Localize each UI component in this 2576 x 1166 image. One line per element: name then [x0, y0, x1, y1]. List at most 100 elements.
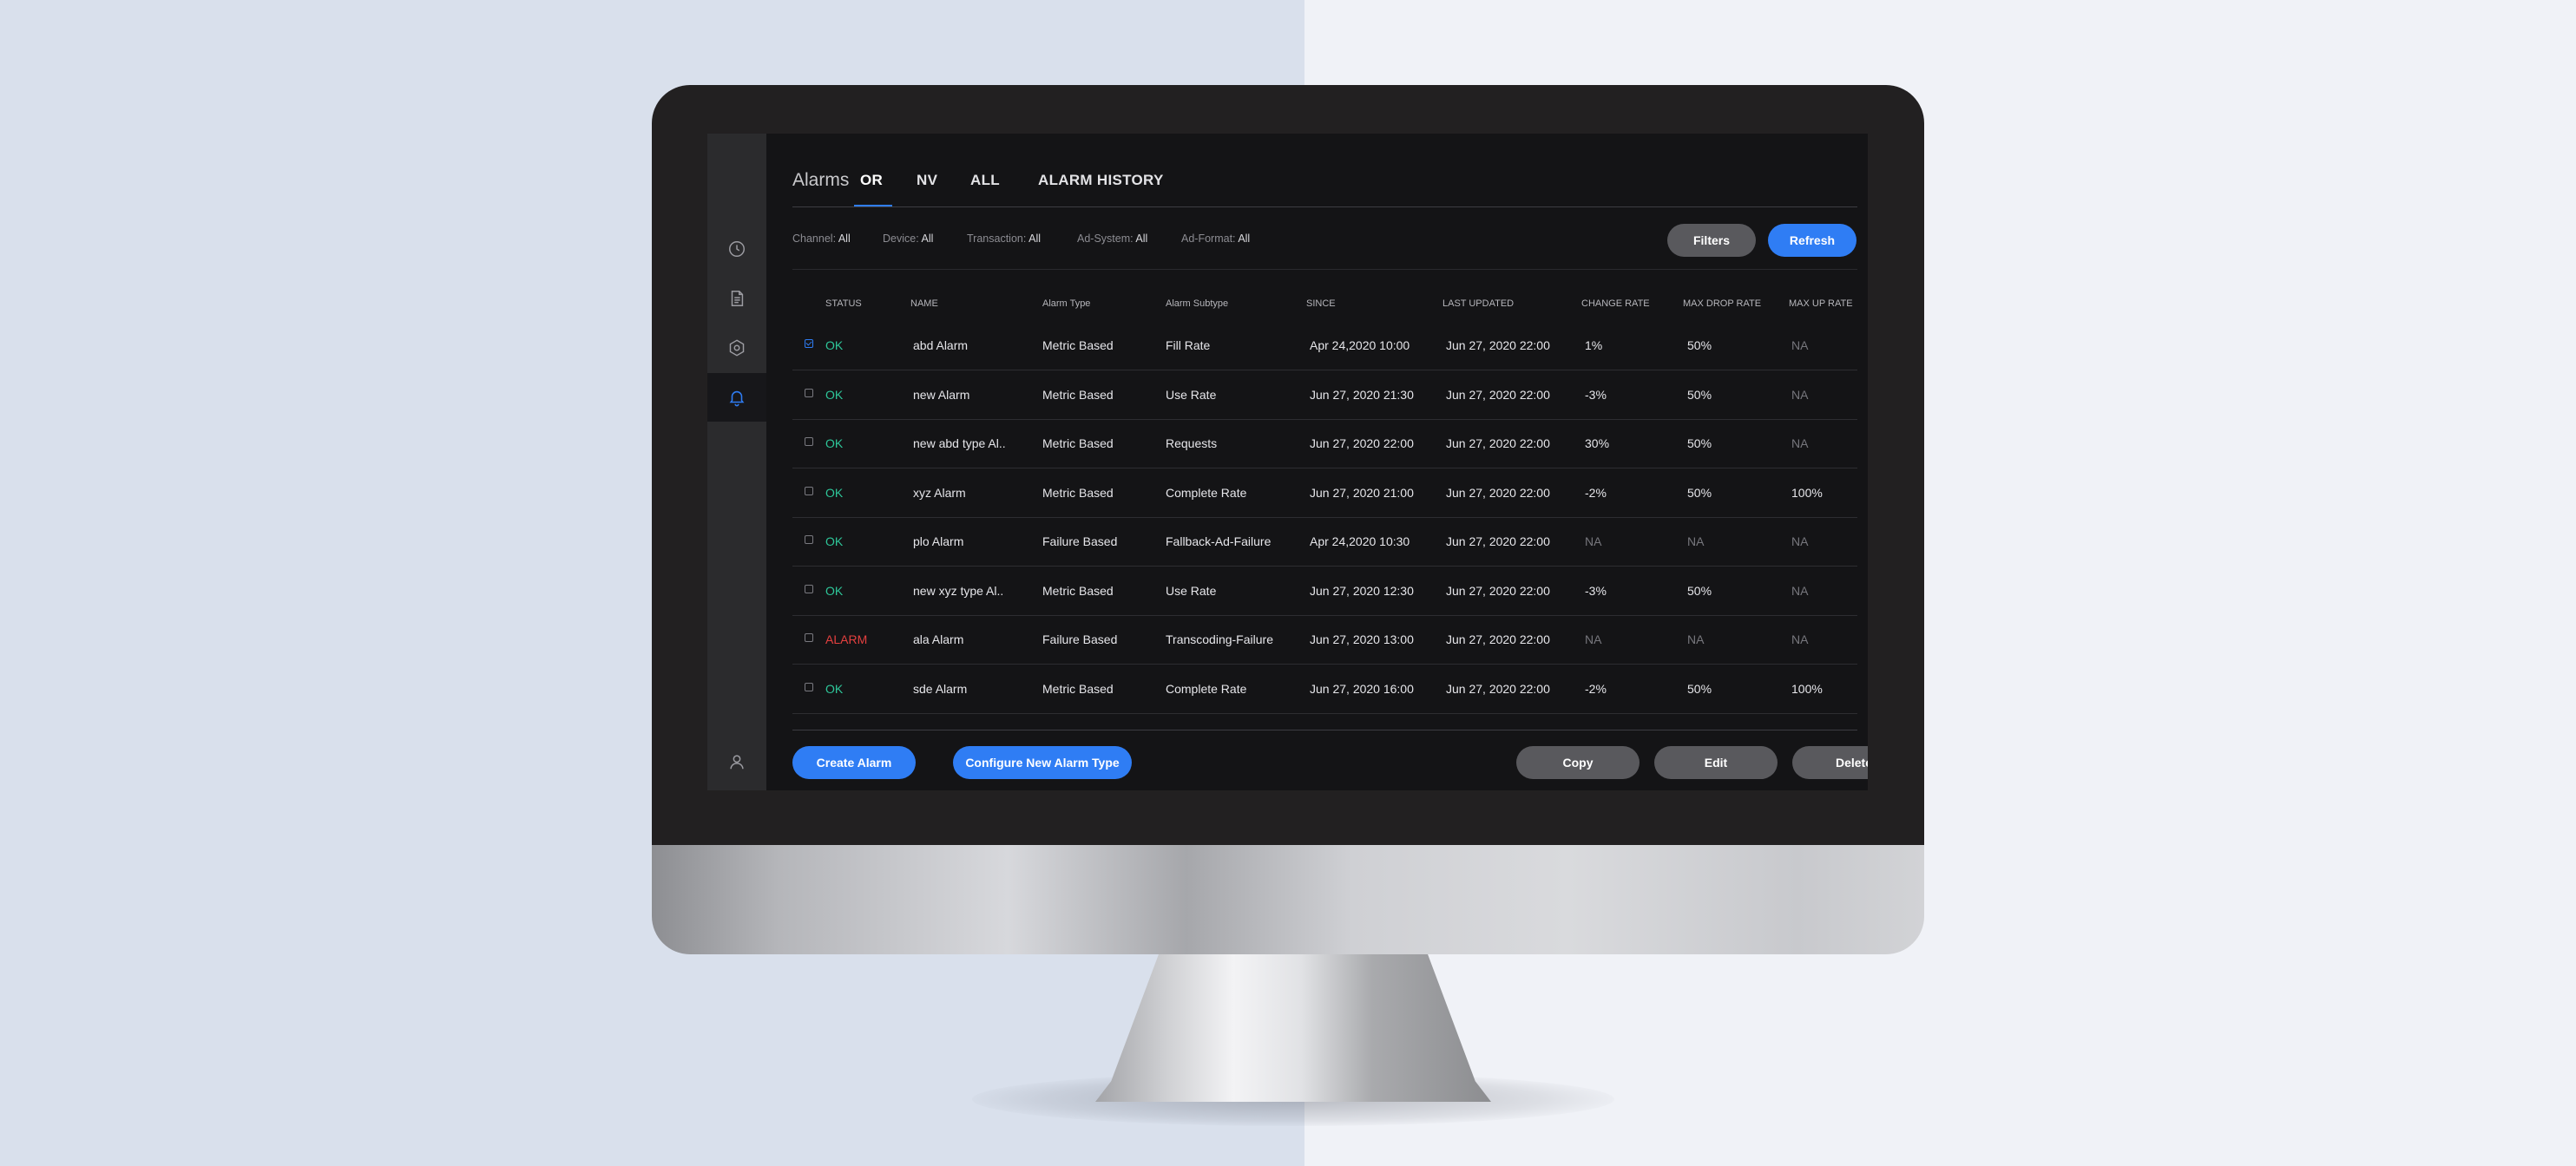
cell-updated: Jun 27, 2020 22:00 — [1446, 534, 1550, 548]
filters-divider — [792, 269, 1857, 270]
cell-up: NA — [1791, 534, 1809, 548]
cell-since: Apr 24,2020 10:00 — [1310, 338, 1410, 352]
table-row[interactable]: ALARM ala Alarm Failure Based Transcoding-F… — [792, 615, 1857, 665]
cell-drop: 50% — [1687, 681, 1712, 696]
cell-since: Jun 27, 2020 12:30 — [1310, 583, 1414, 598]
column-header-max-up-rate[interactable]: MAX UP RATE — [1789, 298, 1853, 309]
cell-status: OK — [825, 436, 844, 450]
filter-label: Channel: — [792, 233, 837, 245]
cell-up: NA — [1791, 583, 1809, 598]
cell-change: -3% — [1585, 387, 1607, 402]
column-header-last-updated[interactable]: LAST UPDATED — [1442, 298, 1514, 309]
cell-type: Metric Based — [1042, 436, 1114, 450]
cell-status: ALARM — [825, 632, 868, 646]
page-title: Alarms — [792, 170, 850, 190]
tab-all[interactable]: ALL — [970, 172, 1000, 189]
row-checkbox[interactable] — [805, 486, 813, 495]
cell-updated: Jun 27, 2020 22:00 — [1446, 338, 1550, 352]
cell-subtype: Use Rate — [1166, 583, 1217, 598]
cell-updated: Jun 27, 2020 22:00 — [1446, 583, 1550, 598]
column-header-max-drop-rate[interactable]: MAX DROP RATE — [1683, 298, 1761, 309]
filter-label: Ad-System: — [1077, 233, 1134, 245]
cell-change: NA — [1585, 534, 1602, 548]
row-checkbox[interactable] — [805, 535, 813, 544]
user-icon[interactable] — [707, 737, 766, 786]
table-row[interactable]: OK abd Alarm Metric Based Fill Rate Apr 24,2… — [792, 321, 1857, 370]
row-checkbox[interactable] — [805, 584, 813, 593]
filter-ad-system[interactable]: Ad-System: All — [1077, 233, 1147, 245]
cell-type: Metric Based — [1042, 681, 1114, 696]
cell-drop: 50% — [1687, 583, 1712, 598]
cell-drop: 50% — [1687, 485, 1712, 500]
cell-status: OK — [825, 338, 844, 352]
table-row[interactable]: OK xyz Alarm Metric Based Complete Rate Jun … — [792, 468, 1857, 518]
table-row[interactable]: OK new xyz type Al.. Metric Based Use Rate J… — [792, 567, 1857, 616]
cell-since: Jun 27, 2020 16:00 — [1310, 681, 1414, 696]
cell-status: OK — [825, 681, 844, 696]
cell-since: Jun 27, 2020 22:00 — [1310, 436, 1414, 450]
cell-status: OK — [825, 534, 844, 548]
filter-channel[interactable]: Channel: All — [792, 233, 851, 245]
filter-value: All — [1238, 233, 1251, 245]
column-header-status[interactable]: STATUS — [825, 298, 862, 309]
cell-since: Jun 27, 2020 21:30 — [1310, 387, 1414, 402]
table-row[interactable]: OK new Alarm Metric Based Use Rate Jun 27, 2… — [792, 370, 1857, 420]
column-header-alarm-subtype[interactable]: Alarm Subtype — [1166, 298, 1228, 309]
settings-hex-icon[interactable] — [707, 324, 766, 372]
clock-icon[interactable] — [707, 225, 766, 273]
filter-value: All — [1028, 233, 1042, 245]
edit-button[interactable]: Edit — [1654, 746, 1778, 779]
column-header-alarm-type[interactable]: Alarm Type — [1042, 298, 1090, 309]
row-checkbox[interactable] — [805, 633, 813, 642]
row-checkbox[interactable] — [805, 388, 813, 397]
cell-change: NA — [1585, 632, 1602, 646]
table-row[interactable]: OK sde Alarm Metric Based Complete Rate Jun … — [792, 665, 1857, 714]
cell-type: Metric Based — [1042, 583, 1114, 598]
row-checkbox[interactable] — [805, 682, 813, 691]
cell-drop: NA — [1687, 632, 1705, 646]
cell-name: ala Alarm — [913, 632, 964, 646]
document-icon[interactable] — [707, 274, 766, 323]
create-alarm-button[interactable]: Create Alarm — [792, 746, 916, 779]
tab-nv[interactable]: NV — [917, 172, 937, 189]
cell-type: Metric Based — [1042, 485, 1114, 500]
cell-subtype: Transcoding-Failure — [1166, 632, 1273, 646]
filter-ad-format[interactable]: Ad-Format: All — [1181, 233, 1250, 245]
cell-subtype: Use Rate — [1166, 387, 1217, 402]
tab-or[interactable]: OR — [860, 172, 883, 189]
tab-alarm-history[interactable]: ALARM HISTORY — [1038, 172, 1164, 189]
refresh-button[interactable]: Refresh — [1768, 224, 1856, 257]
monitor-chin — [652, 845, 1924, 954]
sidebar — [707, 134, 766, 790]
cell-since: Jun 27, 2020 13:00 — [1310, 632, 1414, 646]
bell-icon[interactable] — [707, 373, 766, 422]
cell-since: Jun 27, 2020 21:00 — [1310, 485, 1414, 500]
cell-updated: Jun 27, 2020 22:00 — [1446, 436, 1550, 450]
column-header-change-rate[interactable]: CHANGE RATE — [1581, 298, 1650, 309]
cell-name: plo Alarm — [913, 534, 964, 548]
delete-button[interactable]: Delete — [1792, 746, 1868, 779]
filter-value: All — [921, 233, 934, 245]
filter-transaction[interactable]: Transaction: All — [967, 233, 1041, 245]
cell-up: NA — [1791, 436, 1809, 450]
cell-drop: 50% — [1687, 338, 1712, 352]
cell-status: OK — [825, 583, 844, 598]
cell-status: OK — [825, 387, 844, 402]
table-row[interactable]: OK new abd type Al.. Metric Based Requests J… — [792, 419, 1857, 468]
cell-up: 100% — [1791, 485, 1823, 500]
column-header-name[interactable]: NAME — [910, 298, 938, 309]
column-header-since[interactable]: SINCE — [1306, 298, 1336, 309]
cell-change: -2% — [1585, 485, 1607, 500]
cell-name: new Alarm — [913, 387, 970, 402]
table-row[interactable]: OK plo Alarm Failure Based Fallback-Ad-Fail… — [792, 517, 1857, 567]
filters-button[interactable]: Filters — [1667, 224, 1756, 257]
filter-label: Device: — [883, 233, 919, 245]
cell-change: 30% — [1585, 436, 1610, 450]
filter-device[interactable]: Device: All — [883, 233, 933, 245]
cell-since: Apr 24,2020 10:30 — [1310, 534, 1410, 548]
row-checkbox[interactable] — [805, 339, 813, 348]
filter-label: Transaction: — [967, 233, 1027, 245]
configure-alarm-type-button[interactable]: Configure New Alarm Type — [953, 746, 1132, 779]
copy-button[interactable]: Copy — [1516, 746, 1640, 779]
row-checkbox[interactable] — [805, 437, 813, 446]
